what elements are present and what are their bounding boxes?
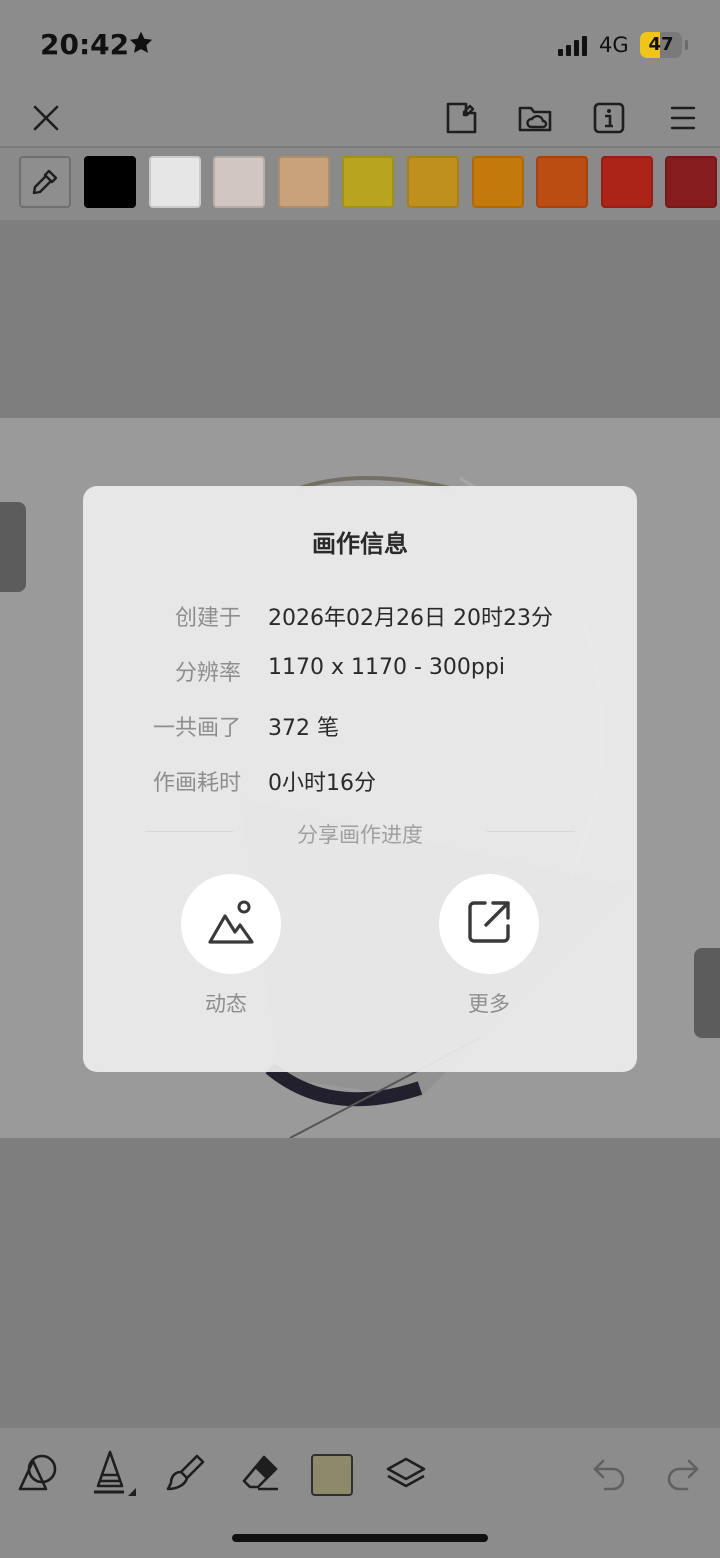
shapes-icon[interactable] [13, 1448, 63, 1498]
color-swatch[interactable] [407, 156, 459, 208]
color-swatch[interactable] [342, 156, 395, 208]
info-value: 1170 x 1170 - 300ppi [268, 655, 505, 680]
battery-level: 47 [648, 34, 674, 55]
share-more-label[interactable]: 更多 [429, 988, 549, 1018]
info-label: 一共画了 [152, 716, 241, 741]
info-label: 分辨率 [174, 661, 241, 686]
info-row-created: 创建于 2026年02月26日 20时23分 [83, 600, 637, 640]
right-slider-handle[interactable] [694, 948, 720, 1038]
info-label: 作画耗时 [152, 771, 241, 796]
home-indicator[interactable] [232, 1534, 488, 1542]
color-swatch[interactable] [84, 156, 136, 208]
info-value: 372 笔 [268, 716, 339, 741]
brush-icon[interactable] [160, 1448, 210, 1498]
color-swatch[interactable] [665, 156, 718, 208]
close-icon[interactable] [18, 90, 74, 146]
signal-icon [558, 36, 590, 60]
color-swatch[interactable] [600, 156, 653, 208]
color-swatch[interactable] [277, 156, 330, 208]
share-moments-button[interactable] [181, 874, 281, 974]
info-label: 创建于 [174, 606, 241, 631]
status-time: 20:42 [40, 28, 130, 61]
battery-icon: 47 [640, 32, 688, 58]
layers-icon[interactable] [381, 1448, 431, 1498]
artwork-info-dialog: 画作信息 创建于 2026年02月26日 20时23分 分辨率 1170 x 1… [83, 486, 637, 1072]
color-swatch[interactable] [148, 156, 201, 208]
pen-tool-icon[interactable] [88, 1448, 138, 1498]
network-type: 4G [599, 33, 629, 57]
info-row-duration: 作画耗时 0小时16分 [83, 765, 637, 805]
bottom-toolbar [0, 1428, 720, 1558]
color-palette [0, 148, 720, 220]
info-value: 0小时16分 [268, 771, 376, 796]
share-divider-right [487, 831, 575, 832]
cloud-folder-icon[interactable] [507, 90, 563, 146]
share-more-button[interactable] [439, 874, 539, 974]
color-swatch[interactable] [213, 156, 266, 208]
menu-icon[interactable] [655, 90, 711, 146]
info-row-strokes: 一共画了 372 笔 [83, 710, 637, 750]
star-icon [128, 30, 154, 60]
canvas-background-top [0, 220, 720, 418]
color-swatch[interactable] [536, 156, 589, 208]
mountain-image-icon [205, 896, 257, 952]
share-moments-label[interactable]: 动态 [166, 988, 286, 1018]
status-bar: 20:42 4G 47 [0, 0, 720, 90]
undo-icon[interactable] [584, 1448, 634, 1498]
canvas-background-bottom [0, 1138, 720, 1428]
eyedropper-icon[interactable] [19, 156, 71, 208]
info-icon[interactable] [581, 90, 637, 146]
color-swatch[interactable] [471, 156, 524, 208]
external-link-icon [463, 896, 515, 952]
info-value: 2026年02月26日 20时23分 [268, 606, 553, 631]
info-row-resolution: 分辨率 1170 x 1170 - 300ppi [83, 655, 637, 695]
dialog-title: 画作信息 [312, 530, 408, 558]
share-section-title: 分享画作进度 [297, 823, 423, 847]
top-toolbar [0, 90, 720, 146]
save-page-icon[interactable] [433, 90, 489, 146]
eraser-icon[interactable] [235, 1448, 285, 1498]
redo-icon[interactable] [658, 1448, 708, 1498]
current-color-swatch[interactable] [311, 1454, 353, 1496]
left-slider-handle[interactable] [0, 502, 26, 592]
